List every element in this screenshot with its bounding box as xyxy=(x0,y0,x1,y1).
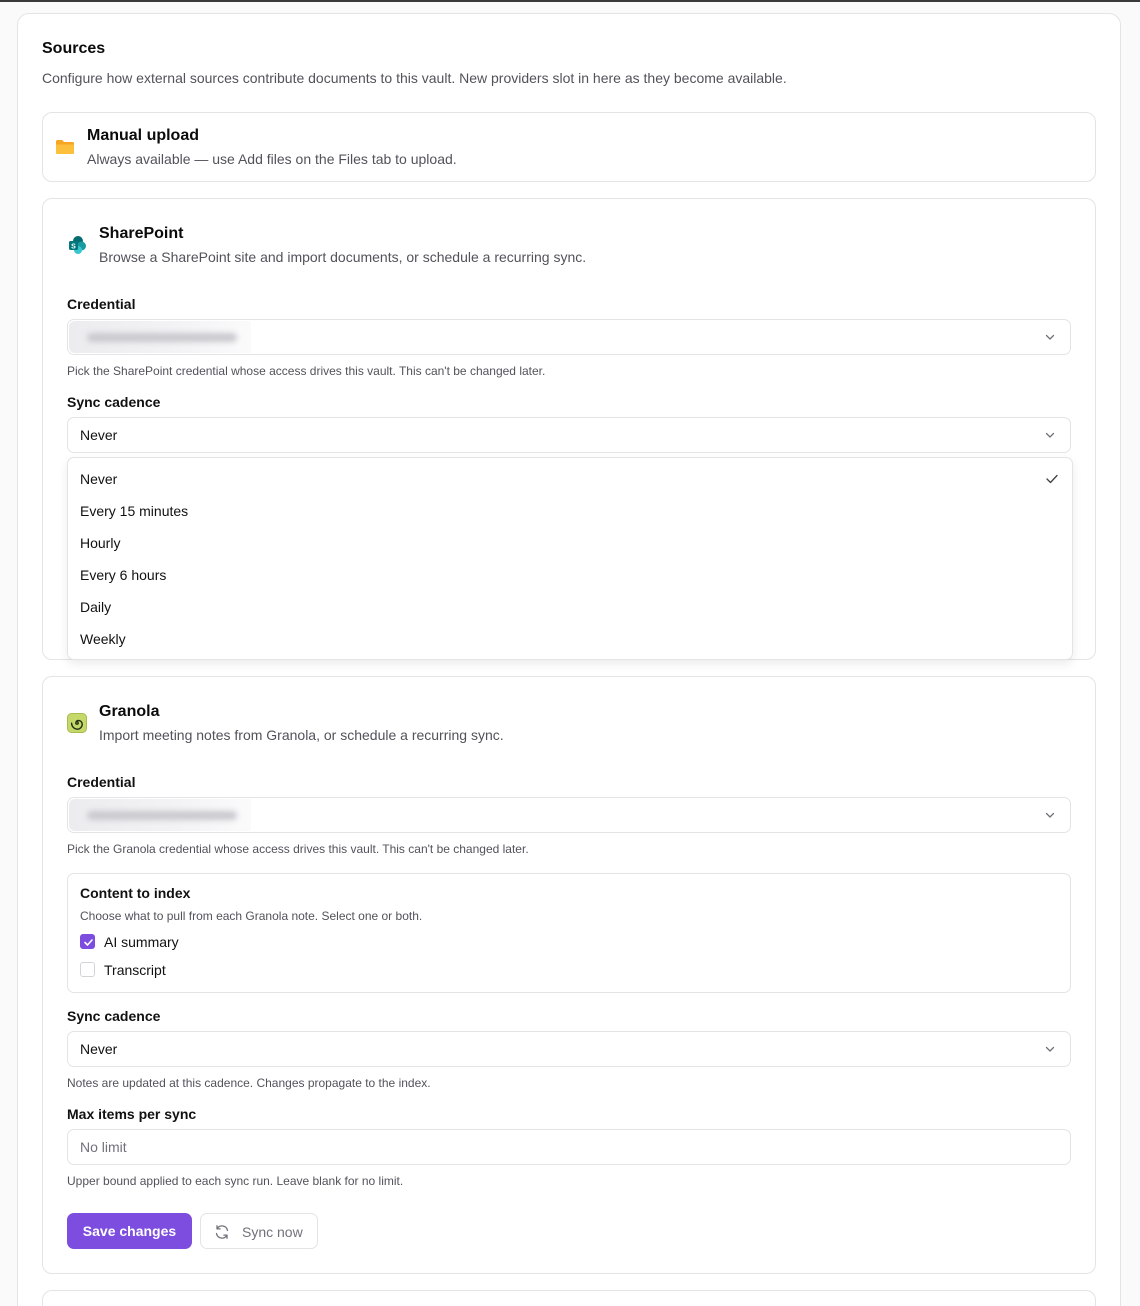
cadence-option[interactable]: Hourly xyxy=(68,527,1072,559)
chevron-down-icon xyxy=(1045,432,1055,438)
cadence-option-label: Every 15 minutes xyxy=(80,503,189,519)
max-items-label: Max items per sync xyxy=(67,1106,197,1122)
sharepoint-cadence-dropdown: Never Every 15 minutes Hourly Every 6 ho… xyxy=(67,457,1073,660)
ai-summary-label[interactable]: AI summary xyxy=(104,934,179,950)
folder-icon xyxy=(55,139,75,160)
granola-icon xyxy=(67,713,87,738)
sharepoint-cadence-value: Never xyxy=(80,427,118,443)
sharepoint-cadence-select[interactable]: Never xyxy=(67,417,1071,453)
sync-now-button[interactable]: Sync now xyxy=(200,1213,318,1249)
chevron-down-icon xyxy=(1045,334,1055,340)
sources-title: Sources xyxy=(42,40,106,57)
redacted-credential xyxy=(69,321,251,353)
cadence-option-label: Every 6 hours xyxy=(80,567,167,583)
granola-description: Import meeting notes from Granola, or sc… xyxy=(99,727,504,743)
transcript-label[interactable]: Transcript xyxy=(104,962,166,978)
transcript-checkbox[interactable] xyxy=(80,962,95,977)
cadence-option-label: Daily xyxy=(80,599,112,615)
refresh-icon xyxy=(215,1225,229,1239)
granola-credential-label: Credential xyxy=(67,774,136,790)
cadence-option-label: Weekly xyxy=(80,631,126,647)
granola-cadence-select[interactable]: Never xyxy=(67,1031,1071,1067)
next-source-card xyxy=(42,1290,1096,1306)
sharepoint-title: SharePoint xyxy=(99,225,184,242)
cadence-option[interactable]: Daily xyxy=(68,591,1072,623)
chevron-down-icon xyxy=(1045,1046,1055,1052)
content-to-index-title: Content to index xyxy=(80,885,191,901)
cadence-option[interactable]: Weekly xyxy=(68,623,1072,655)
svg-text:S: S xyxy=(71,243,76,250)
check-icon xyxy=(84,939,93,946)
content-to-index-hint: Choose what to pull from each Granola no… xyxy=(80,909,423,923)
manual-upload-card xyxy=(42,112,1096,182)
sharepoint-description: Browse a SharePoint site and import docu… xyxy=(99,249,587,265)
granola-cadence-label: Sync cadence xyxy=(67,1008,161,1024)
top-border xyxy=(0,0,1140,2)
cadence-option-label: Hourly xyxy=(80,535,121,551)
manual-upload-title: Manual upload xyxy=(87,127,199,144)
sharepoint-cadence-label: Sync cadence xyxy=(67,394,161,410)
sharepoint-credential-label: Credential xyxy=(67,296,136,312)
sync-now-label: Sync now xyxy=(242,1224,303,1240)
sharepoint-credential-hint: Pick the SharePoint credential whose acc… xyxy=(67,364,546,378)
save-changes-button[interactable]: Save changes xyxy=(67,1213,192,1249)
content-to-index-box xyxy=(67,873,1071,993)
ai-summary-checkbox[interactable] xyxy=(80,934,95,949)
check-icon xyxy=(1046,474,1058,484)
chevron-down-icon xyxy=(1045,812,1055,818)
granola-cadence-value: Never xyxy=(80,1041,118,1057)
cadence-option[interactable]: Every 15 minutes xyxy=(68,495,1072,527)
granola-title: Granola xyxy=(99,703,160,720)
sources-description: Configure how external sources contribut… xyxy=(42,70,787,86)
cadence-option[interactable]: Every 6 hours xyxy=(68,559,1072,591)
max-items-input[interactable] xyxy=(67,1129,1071,1165)
granola-cadence-hint: Notes are updated at this cadence. Chang… xyxy=(67,1076,431,1090)
redacted-credential xyxy=(69,799,251,831)
max-items-hint: Upper bound applied to each sync run. Le… xyxy=(67,1174,404,1188)
sharepoint-icon: S xyxy=(67,235,87,260)
manual-upload-description: Always available — use Add files on the … xyxy=(87,151,457,167)
sharepoint-credential-select[interactable] xyxy=(67,319,1071,355)
cadence-option[interactable]: Never xyxy=(68,463,1072,495)
granola-credential-select[interactable] xyxy=(67,797,1071,833)
granola-credential-hint: Pick the Granola credential whose access… xyxy=(67,842,529,856)
cadence-option-label: Never xyxy=(80,471,118,487)
